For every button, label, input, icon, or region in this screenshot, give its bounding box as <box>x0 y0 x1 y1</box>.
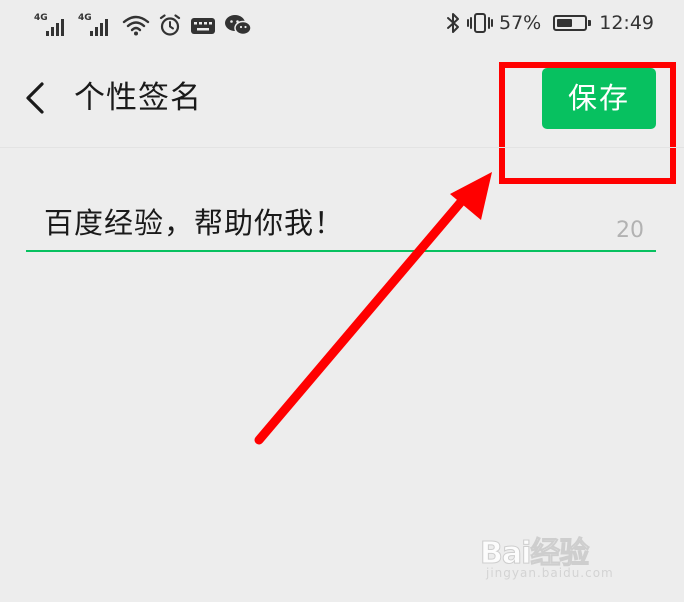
battery-icon <box>553 15 592 31</box>
alarm-icon <box>159 14 181 36</box>
status-bar-right: 57% 12:49 <box>445 11 654 35</box>
signal-icon: 4G <box>34 14 70 36</box>
signature-input[interactable] <box>44 198 584 244</box>
page-title: 个性签名 <box>74 80 202 116</box>
vibrate-icon <box>467 13 493 33</box>
wechat-icon <box>225 15 252 36</box>
input-underline <box>26 250 656 252</box>
battery-level-fill <box>557 19 573 27</box>
save-button[interactable]: 保存 <box>542 68 656 129</box>
wifi-icon <box>122 15 150 36</box>
keyboard-icon <box>191 18 215 34</box>
signal-icon: 4G <box>78 14 114 36</box>
status-time: 12:49 <box>599 12 654 34</box>
status-bar-left: 4G 4G <box>34 10 252 36</box>
watermark-url: jingyan.baidu.com <box>486 566 614 580</box>
header-divider <box>0 147 684 148</box>
bluetooth-icon <box>447 13 459 33</box>
remaining-character-count: 20 <box>616 218 644 243</box>
status-bar: 4G 4G 57% 12:49 <box>0 0 684 48</box>
baidu-jingyan-watermark: Bai经验 jingyan.baidu.com <box>479 528 650 588</box>
back-button[interactable] <box>14 78 54 118</box>
top-app-bar: 个性签名 保存 <box>0 48 684 184</box>
chevron-left-icon <box>26 82 44 114</box>
battery-percent: 57% <box>499 12 542 34</box>
